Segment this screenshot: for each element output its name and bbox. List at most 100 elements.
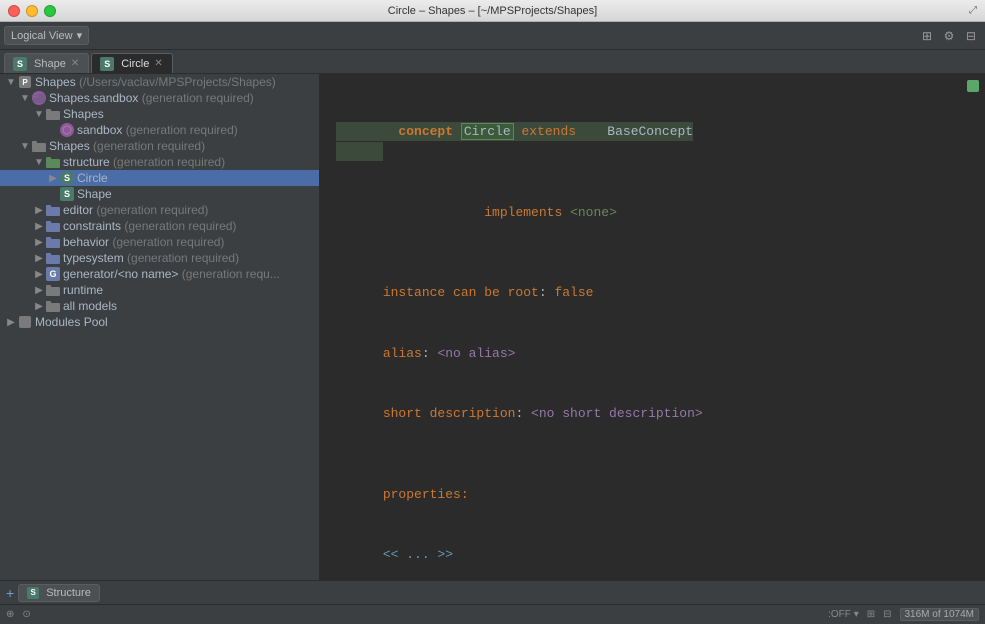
editor-line-blank1 xyxy=(336,243,969,263)
constraints-folder-svg xyxy=(46,221,60,232)
concept-name[interactable]: Circle xyxy=(461,123,514,140)
sidebar-item-shapes-gen[interactable]: ▼ Shapes (generation required) xyxy=(0,138,319,154)
shapes-folder-label: Shapes xyxy=(63,107,104,121)
gear-icon[interactable]: ⚙ xyxy=(939,26,959,46)
sidebar-item-editor[interactable]: ▶ editor (generation required) xyxy=(0,202,319,218)
tab-circle[interactable]: S Circle ✕ xyxy=(91,53,173,73)
constraints-label: constraints (generation required) xyxy=(63,219,236,233)
sidebar-item-shape[interactable]: S Shape xyxy=(0,186,319,202)
false-value: false xyxy=(554,285,593,300)
no-desc-value: <no short description> xyxy=(531,406,703,421)
editor-line-alias: alias: <no alias> xyxy=(336,324,969,384)
extends-class: BaseConcept xyxy=(607,124,693,139)
expand-icon[interactable]: ⊞ xyxy=(917,26,937,46)
editor-icon xyxy=(46,205,60,216)
status-icon-3: ⊞ xyxy=(867,609,875,620)
generator-g-icon: G xyxy=(46,267,60,281)
tab-shape[interactable]: S Shape ✕ xyxy=(4,53,89,73)
generator-label: generator/<no name> (generation requ... xyxy=(63,267,280,281)
sidebar-item-shapes-folder[interactable]: ▼ Shapes xyxy=(0,106,319,122)
shapes-sandbox-label: Shapes.sandbox (generation required) xyxy=(49,91,254,105)
editor-line-blank2 xyxy=(336,445,969,465)
window-controls[interactable] xyxy=(8,5,56,17)
svg-text:P: P xyxy=(22,78,28,87)
arrow-circle: ▶ xyxy=(46,173,60,184)
editor-line-2: implements <none> xyxy=(336,183,969,243)
arrow-runtime: ▶ xyxy=(32,285,46,296)
tab-circle-label: Circle xyxy=(121,58,149,70)
sidebar-item-circle[interactable]: ▶ S Circle xyxy=(0,170,319,186)
sidebar-item-structure[interactable]: ▼ structure (generation required) xyxy=(0,154,319,170)
arrow-allmodels: ▶ xyxy=(32,301,46,312)
status-dropdown[interactable]: :OFF ▾ xyxy=(828,609,859,620)
view-selector[interactable]: Logical View ▾ xyxy=(4,26,89,45)
structure-tab-icon: S xyxy=(27,587,39,599)
shapes-gen-icon xyxy=(32,141,46,152)
editor-line-properties: properties: xyxy=(336,465,969,525)
toolbar: Logical View ▾ ⊞ ⚙ ⊟ xyxy=(0,22,985,50)
resize-icon[interactable]: ⤢ xyxy=(969,5,977,16)
editor-line-instance: instance can be root: false xyxy=(336,263,969,323)
sidebar-item-shapes-root[interactable]: ▼ P Shapes (/Users/vaclav/MPSProjects/Sh… xyxy=(0,74,319,90)
editor-folder-svg xyxy=(46,205,60,216)
tab-circle-icon: S xyxy=(100,57,114,71)
sandbox-icon xyxy=(60,123,74,137)
sandbox-s-svg xyxy=(62,125,72,135)
title-bar: Circle – Shapes – [~/MPSProjects/Shapes]… xyxy=(0,0,985,22)
sidebar[interactable]: ▼ P Shapes (/Users/vaclav/MPSProjects/Sh… xyxy=(0,74,320,580)
arrow-shapes-root: ▼ xyxy=(4,77,18,88)
structure-tab[interactable]: S Structure xyxy=(18,584,100,602)
implements-value: <none> xyxy=(570,205,617,220)
status-dropdown-arrow: ▾ xyxy=(854,609,859,620)
sidebar-item-constraints[interactable]: ▶ constraints (generation required) xyxy=(0,218,319,234)
struct-folder-svg xyxy=(46,157,60,168)
minimize-button[interactable] xyxy=(26,5,38,17)
status-icon-2: ⊙ xyxy=(22,609,30,620)
status-bar: ⊕ ⊙ :OFF ▾ ⊞ ⊟ 316M of 1074M xyxy=(0,604,985,624)
shape-s-icon: S xyxy=(60,187,74,201)
sandbox-folder-icon xyxy=(32,91,46,105)
arrow-constraints: ▶ xyxy=(32,221,46,232)
folder2-icon-svg xyxy=(32,141,46,152)
sandbox-icon-svg xyxy=(32,91,46,105)
shapes-folder-icon xyxy=(46,109,60,120)
modules-pool-icon xyxy=(18,315,32,329)
tab-circle-close[interactable]: ✕ xyxy=(153,58,163,69)
arrow-structure: ▼ xyxy=(32,157,46,168)
shape-label: Shape xyxy=(77,187,112,201)
modules-pool-label: Modules Pool xyxy=(35,315,108,329)
arrow-generator: ▶ xyxy=(32,269,46,280)
tab-shape-icon: S xyxy=(13,57,27,71)
tab-shape-close[interactable]: ✕ xyxy=(70,58,80,69)
close-button[interactable] xyxy=(8,5,20,17)
runtime-icon xyxy=(46,285,60,296)
sidebar-item-typesystem[interactable]: ▶ typesystem (generation required) xyxy=(0,250,319,266)
sidebar-item-generator[interactable]: ▶ G generator/<no name> (generation requ… xyxy=(0,266,319,282)
collapse-icon[interactable]: ⊟ xyxy=(961,26,981,46)
structure-icon xyxy=(46,157,60,168)
tabs-row: S Shape ✕ S Circle ✕ xyxy=(0,50,985,74)
modules-pool-svg xyxy=(18,315,32,329)
runtime-label: runtime xyxy=(63,283,103,297)
properties-ellipsis[interactable]: << ... >> xyxy=(383,547,453,562)
chevron-down-icon: ▾ xyxy=(77,29,83,42)
sidebar-item-shapes-sandbox[interactable]: ▼ Shapes.sandbox (generation required) xyxy=(0,90,319,106)
sidebar-item-allmodels[interactable]: ▶ all models xyxy=(0,298,319,314)
arrow-shapes-sandbox: ▼ xyxy=(18,93,32,104)
sidebar-item-modules-pool[interactable]: ▶ Modules Pool xyxy=(0,314,319,330)
green-status-dot xyxy=(967,80,979,92)
no-alias-value: <no alias> xyxy=(437,346,515,361)
maximize-button[interactable] xyxy=(44,5,56,17)
add-bottom-icon[interactable]: + xyxy=(6,585,14,601)
editor-line-shortdesc: short description: <no short description… xyxy=(336,384,969,444)
arrow-behavior: ▶ xyxy=(32,237,46,248)
editor-line-props-ellipsis: << ... >> xyxy=(336,525,969,580)
allmodels-label: all models xyxy=(63,299,117,313)
editor-pane[interactable]: concept Circle extends BaseConcept imple… xyxy=(320,74,985,580)
arrow-shapes-gen: ▼ xyxy=(18,141,32,152)
sidebar-item-behavior[interactable]: ▶ behavior (generation required) xyxy=(0,234,319,250)
tab-shape-label: Shape xyxy=(34,58,66,70)
sidebar-item-sandbox[interactable]: sandbox (generation required) xyxy=(0,122,319,138)
sidebar-item-runtime[interactable]: ▶ runtime xyxy=(0,282,319,298)
memory-status: 316M of 1074M xyxy=(900,608,980,621)
